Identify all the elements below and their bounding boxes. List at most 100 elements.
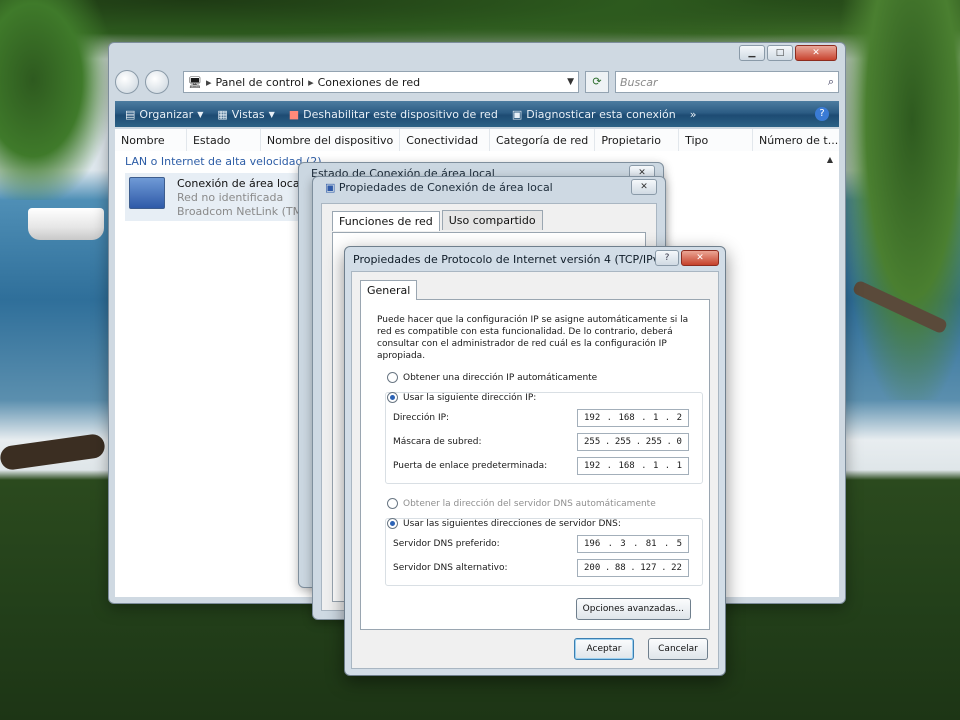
octet[interactable]: 168 bbox=[618, 413, 634, 423]
search-input[interactable]: Buscar ⌕ bbox=[615, 71, 839, 93]
octet[interactable]: 255 bbox=[646, 437, 662, 447]
alternate-dns-field[interactable]: 200. 88. 127. 22 bbox=[577, 559, 689, 577]
command-bar: ▤ Organizar ▼ ▦ Vistas ▼ ■ Deshabilitar … bbox=[115, 101, 839, 127]
help-button[interactable]: ? bbox=[655, 250, 679, 266]
general-panel: Puede hacer que la configuración IP se a… bbox=[360, 299, 710, 630]
organize-button[interactable]: ▤ Organizar ▼ bbox=[125, 108, 203, 121]
octet[interactable]: 196 bbox=[584, 539, 600, 549]
octet[interactable]: 81 bbox=[646, 539, 657, 549]
more-commands-button[interactable]: » bbox=[690, 108, 697, 121]
ok-button[interactable]: Aceptar bbox=[574, 638, 634, 660]
octet-dot: . bbox=[630, 563, 636, 573]
octet[interactable]: 200 bbox=[584, 563, 600, 573]
radio-button[interactable] bbox=[387, 372, 398, 383]
organize-icon: ▤ bbox=[125, 107, 136, 121]
breadcrumb-network-connections[interactable]: Conexiones de red bbox=[318, 76, 421, 89]
manual-dns-option[interactable]: Usar las siguientes direcciones de servi… bbox=[387, 518, 621, 529]
views-button[interactable]: ▦ Vistas ▼ bbox=[217, 108, 274, 121]
back-button[interactable] bbox=[115, 70, 139, 94]
diagnose-button[interactable]: ▣ Diagnosticar esta conexión bbox=[512, 108, 676, 121]
list-item[interactable]: Conexión de área local Red no identifica… bbox=[125, 173, 316, 221]
organize-label: Organizar bbox=[139, 107, 194, 121]
column-headers: Nombre Estado Nombre del dispositivo Con… bbox=[115, 129, 839, 152]
tab-network-functions[interactable]: Funciones de red bbox=[332, 211, 440, 231]
cancel-button[interactable]: Cancelar bbox=[648, 638, 708, 660]
disable-device-button[interactable]: ■ Deshabilitar este dispositivo de red bbox=[289, 108, 498, 121]
column-header-device[interactable]: Nombre del dispositivo bbox=[261, 129, 401, 151]
close-button[interactable]: ✕ bbox=[631, 179, 657, 195]
column-header-owner[interactable]: Propietario bbox=[595, 129, 680, 151]
gateway-field[interactable]: 192. 168. 1. 1 bbox=[577, 457, 689, 475]
search-icon[interactable]: ⌕ bbox=[828, 75, 834, 89]
octet-dot: . bbox=[635, 437, 642, 447]
radio-button-selected[interactable] bbox=[387, 518, 398, 529]
views-label: Vistas bbox=[231, 107, 265, 121]
octet[interactable]: 88 bbox=[615, 563, 626, 573]
chevron-double-right-icon: » bbox=[689, 107, 697, 121]
octet-dot: . bbox=[641, 413, 647, 423]
search-placeholder: Buscar bbox=[620, 75, 658, 89]
disable-network-icon: ■ bbox=[288, 107, 300, 121]
close-button[interactable]: ✕ bbox=[795, 45, 837, 61]
forward-button[interactable] bbox=[145, 70, 169, 94]
window-caption-buttons: ▁ □ ✕ bbox=[739, 45, 837, 61]
connection-device: Broadcom NetLink (TM) F bbox=[177, 205, 317, 218]
help-icon[interactable]: ? bbox=[815, 107, 829, 121]
breadcrumb-arrow-icon: ▸ bbox=[308, 75, 314, 89]
octet[interactable]: 1 bbox=[677, 461, 682, 471]
refresh-button[interactable]: ⟳ bbox=[585, 71, 609, 93]
close-button[interactable]: ✕ bbox=[681, 250, 719, 266]
address-bar[interactable]: 🖥 ▸ Panel de control ▸ Conexiones de red… bbox=[183, 71, 579, 93]
octet[interactable]: 5 bbox=[677, 539, 682, 549]
advanced-options-button[interactable]: Opciones avanzadas... bbox=[575, 598, 691, 620]
collapse-group-icon[interactable]: ▲ bbox=[827, 155, 833, 164]
column-header-number[interactable]: Número de t... bbox=[753, 129, 839, 151]
subnet-mask-field[interactable]: 255. 255. 255. 0 bbox=[577, 433, 689, 451]
octet[interactable]: 1 bbox=[653, 461, 658, 471]
boat bbox=[28, 208, 104, 240]
column-header-category[interactable]: Categoría de red bbox=[490, 129, 596, 151]
octet-dot: . bbox=[661, 563, 667, 573]
radio-button-selected[interactable] bbox=[387, 392, 398, 403]
octet[interactable]: 2 bbox=[677, 413, 682, 423]
octet[interactable]: 192 bbox=[584, 413, 600, 423]
octet-dot: . bbox=[607, 539, 613, 549]
octet-dot: . bbox=[633, 539, 639, 549]
breadcrumb-control-panel[interactable]: Panel de control bbox=[216, 76, 305, 89]
manual-ip-option[interactable]: Usar la siguiente dirección IP: bbox=[387, 392, 536, 403]
octet[interactable]: 0 bbox=[677, 437, 682, 447]
network-adapter-icon: ▣ bbox=[325, 181, 336, 194]
maximize-button[interactable]: □ bbox=[767, 45, 793, 61]
ip-address-field[interactable]: 192. 168. 1. 2 bbox=[577, 409, 689, 427]
tab-sharing[interactable]: Uso compartido bbox=[441, 210, 543, 230]
auto-ip-option[interactable]: Obtener una dirección IP automáticamente bbox=[387, 372, 597, 383]
ip-address-row: Dirección IP: 192. 168. 1. 2 bbox=[393, 408, 689, 428]
octet[interactable]: 22 bbox=[671, 563, 682, 573]
minimize-button[interactable]: ▁ bbox=[739, 45, 765, 61]
octet[interactable]: 3 bbox=[620, 539, 625, 549]
chevron-down-icon: ▼ bbox=[197, 109, 204, 119]
auto-dns-option[interactable]: Obtener la dirección del servidor DNS au… bbox=[387, 498, 656, 509]
radio-button-disabled[interactable] bbox=[387, 498, 398, 509]
gateway-row: Puerta de enlace predeterminada: 192. 16… bbox=[393, 456, 689, 476]
column-header-name[interactable]: Nombre bbox=[115, 129, 187, 151]
octet[interactable]: 127 bbox=[640, 563, 656, 573]
octet[interactable]: 168 bbox=[618, 461, 634, 471]
column-header-type[interactable]: Tipo bbox=[679, 129, 753, 151]
octet-dot: . bbox=[604, 563, 611, 573]
tab-general[interactable]: General bbox=[360, 280, 418, 300]
column-header-status[interactable]: Estado bbox=[187, 129, 261, 151]
column-header-connectivity[interactable]: Conectividad bbox=[400, 129, 490, 151]
breadcrumb-arrow-icon: ▸ bbox=[205, 75, 212, 89]
preferred-dns-field[interactable]: 196. 3. 81. 5 bbox=[577, 535, 689, 553]
octet[interactable]: 255 bbox=[584, 437, 600, 447]
octet[interactable]: 192 bbox=[584, 461, 600, 471]
preferred-dns-row: Servidor DNS preferido: 196. 3. 81. 5 bbox=[393, 534, 689, 554]
network-adapter-icon bbox=[129, 177, 165, 209]
group-header[interactable]: LAN o Internet de alta velocidad (2) bbox=[125, 155, 322, 168]
dialog-caption-buttons: ? ✕ bbox=[655, 250, 719, 266]
chevron-down-icon[interactable]: ▼ bbox=[567, 77, 574, 87]
ipv4-properties-dialog: Propiedades de Protocolo de Internet ver… bbox=[344, 246, 726, 676]
octet[interactable]: 1 bbox=[653, 413, 658, 423]
octet[interactable]: 255 bbox=[615, 437, 631, 447]
